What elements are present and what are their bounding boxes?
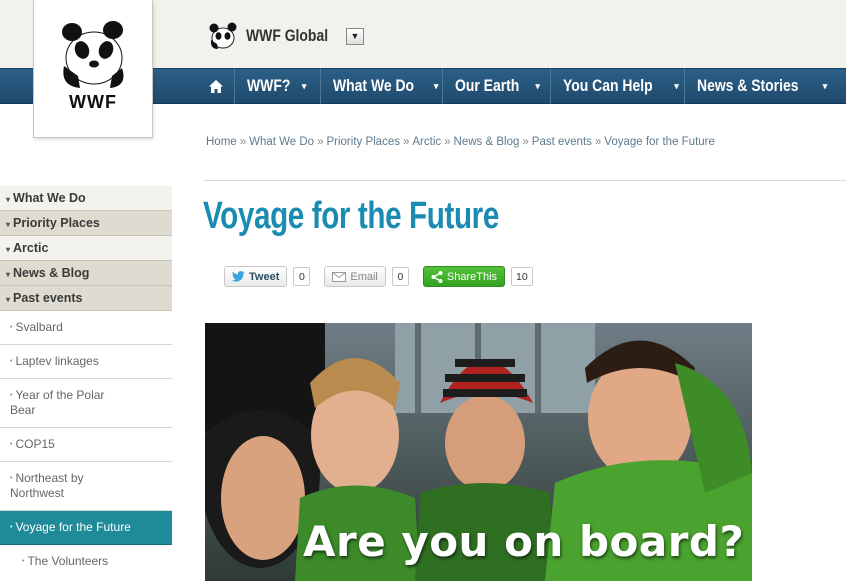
global-site-selector[interactable]: WWF Global ▼: [208, 22, 364, 50]
breadcrumb-link[interactable]: Priority Places: [326, 136, 400, 148]
sidebar-item-label: The Volunteers: [27, 554, 109, 568]
sidebar-item-cop15[interactable]: • COP15: [0, 428, 172, 462]
bullet-icon: •: [10, 524, 13, 531]
nav-item-label: What We Do: [333, 76, 415, 95]
caret-down-icon: ▾: [6, 220, 11, 229]
dropdown-arrow-icon[interactable]: ▼: [346, 27, 364, 45]
breadcrumb-link[interactable]: Home: [206, 136, 237, 148]
sidebar-item-label: What We Do: [13, 191, 86, 205]
bullet-icon: •: [10, 324, 13, 331]
email-button[interactable]: Email: [324, 266, 386, 287]
sharethis-count: 10: [511, 267, 533, 286]
caret-down-icon: ▾: [6, 270, 11, 279]
sidebar-item-label: Priority Places: [13, 216, 100, 230]
sidebar-item-northeast-by-northwest[interactable]: • Northeast by Northwest: [0, 462, 172, 511]
sidebar-item-label: COP15: [15, 437, 55, 451]
sidebar-item-label: Northeast by Northwest: [10, 471, 84, 500]
global-site-label: WWF Global: [246, 26, 329, 45]
breadcrumb-link[interactable]: News & Blog: [454, 136, 520, 148]
sidebar-item-svalbard[interactable]: • Svalbard: [0, 311, 172, 345]
hero-image: Are you on board?: [205, 323, 752, 581]
bullet-icon: •: [10, 392, 13, 399]
breadcrumb-link[interactable]: Past events: [532, 136, 592, 148]
chevron-down-icon: ▾: [535, 81, 540, 91]
bullet-icon: •: [10, 475, 13, 482]
sharethis-label: ShareThis: [446, 270, 498, 283]
home-icon: [209, 79, 223, 93]
envelope-icon: [332, 271, 347, 282]
sidebar-item-label: Svalbard: [15, 320, 63, 334]
breadcrumb-current: Voyage for the Future: [604, 136, 715, 148]
twitter-bird-icon: [232, 271, 245, 282]
share-icon: [431, 270, 443, 283]
sidebar-item-label: Voyage for the Future: [15, 520, 131, 534]
nav-item-label: News & Stories: [697, 76, 799, 95]
tweet-count: 0: [293, 267, 311, 286]
page-title: Voyage for the Future: [203, 195, 499, 237]
sidebar-item-label: Arctic: [13, 241, 49, 255]
caret-down-icon: ▾: [6, 195, 11, 204]
bullet-icon: •: [10, 358, 13, 365]
nav-home[interactable]: [198, 68, 234, 104]
caret-down-icon: ▾: [6, 295, 11, 304]
tweet-label: Tweet: [249, 270, 280, 283]
sidebar-item-label: Year of the Polar Bear: [10, 388, 105, 417]
logo-text: WWF: [69, 92, 117, 112]
sidebar-item-label: News & Blog: [13, 266, 90, 280]
chevron-down-icon: ▾: [433, 81, 439, 91]
sidebar-item-what-we-do[interactable]: ▾ What We Do: [0, 186, 172, 211]
bullet-icon: •: [10, 441, 13, 448]
sharethis-button[interactable]: ShareThis: [422, 266, 506, 287]
sidebar-item-label: Laptev linkages: [15, 354, 99, 368]
breadcrumb-separator: »: [444, 136, 451, 148]
sidebar-item-priority-places[interactable]: ▾ Priority Places: [0, 211, 172, 236]
sidebar-item-laptev-linkages[interactable]: • Laptev linkages: [0, 345, 172, 379]
breadcrumb: Home» What We Do» Priority Places» Arctic» N…: [206, 136, 715, 148]
tweet-button[interactable]: Tweet: [224, 266, 288, 287]
nav-item-label: WWF?: [247, 76, 291, 95]
breadcrumb-separator: »: [402, 136, 410, 148]
chevron-down-icon: ▾: [674, 81, 679, 91]
main-nav: WWF? ▾ What We Do ▾ Our Earth ▾ You Can …: [198, 68, 829, 104]
sidebar-item-label: Past events: [13, 291, 83, 305]
nav-item-news-stories[interactable]: News & Stories ▾: [684, 68, 829, 104]
sidebar: ▾ What We Do ▾ Priority Places ▾ Arctic ▾ Ne…: [0, 186, 172, 578]
nav-item-label: You Can Help: [563, 76, 653, 95]
panda-icon: [62, 21, 124, 88]
breadcrumb-separator: »: [317, 136, 324, 148]
share-bar: Tweet 0 Email 0 ShareThis 10: [224, 266, 547, 287]
nav-item-you-can-help[interactable]: You Can Help ▾: [550, 68, 684, 104]
email-count: 0: [391, 267, 409, 286]
bullet-icon: •: [22, 558, 25, 565]
sidebar-item-news-blog[interactable]: ▾ News & Blog: [0, 261, 172, 286]
wwf-logo[interactable]: WWF: [33, 0, 153, 138]
email-label: Email: [350, 270, 378, 283]
hero-caption: Are you on board?: [303, 517, 745, 566]
breadcrumb-link[interactable]: What We Do: [249, 136, 314, 148]
nav-item-our-earth[interactable]: Our Earth ▾: [442, 68, 550, 104]
chevron-down-icon: ▾: [822, 81, 828, 91]
caret-down-icon: ▾: [6, 245, 11, 254]
sidebar-item-year-polar-bear[interactable]: • Year of the Polar Bear: [0, 379, 172, 428]
sidebar-item-the-volunteers[interactable]: • The Volunteers: [0, 545, 172, 578]
breadcrumb-separator: »: [239, 136, 247, 148]
content-divider: [204, 180, 846, 181]
sidebar-item-arctic[interactable]: ▾ Arctic: [0, 236, 172, 261]
panda-small-icon: [209, 22, 237, 49]
chevron-down-icon: ▾: [301, 81, 307, 91]
sidebar-item-past-events[interactable]: ▾ Past events: [0, 286, 172, 311]
nav-item-what-we-do[interactable]: What We Do ▾: [320, 68, 442, 104]
nav-item-label: Our Earth: [455, 76, 520, 95]
nav-item-wwf[interactable]: WWF? ▾: [234, 68, 320, 104]
breadcrumb-separator: »: [522, 136, 529, 148]
sidebar-item-voyage-for-the-future[interactable]: • Voyage for the Future: [0, 511, 172, 545]
breadcrumb-separator: »: [594, 136, 602, 148]
breadcrumb-link[interactable]: Arctic: [412, 136, 441, 148]
